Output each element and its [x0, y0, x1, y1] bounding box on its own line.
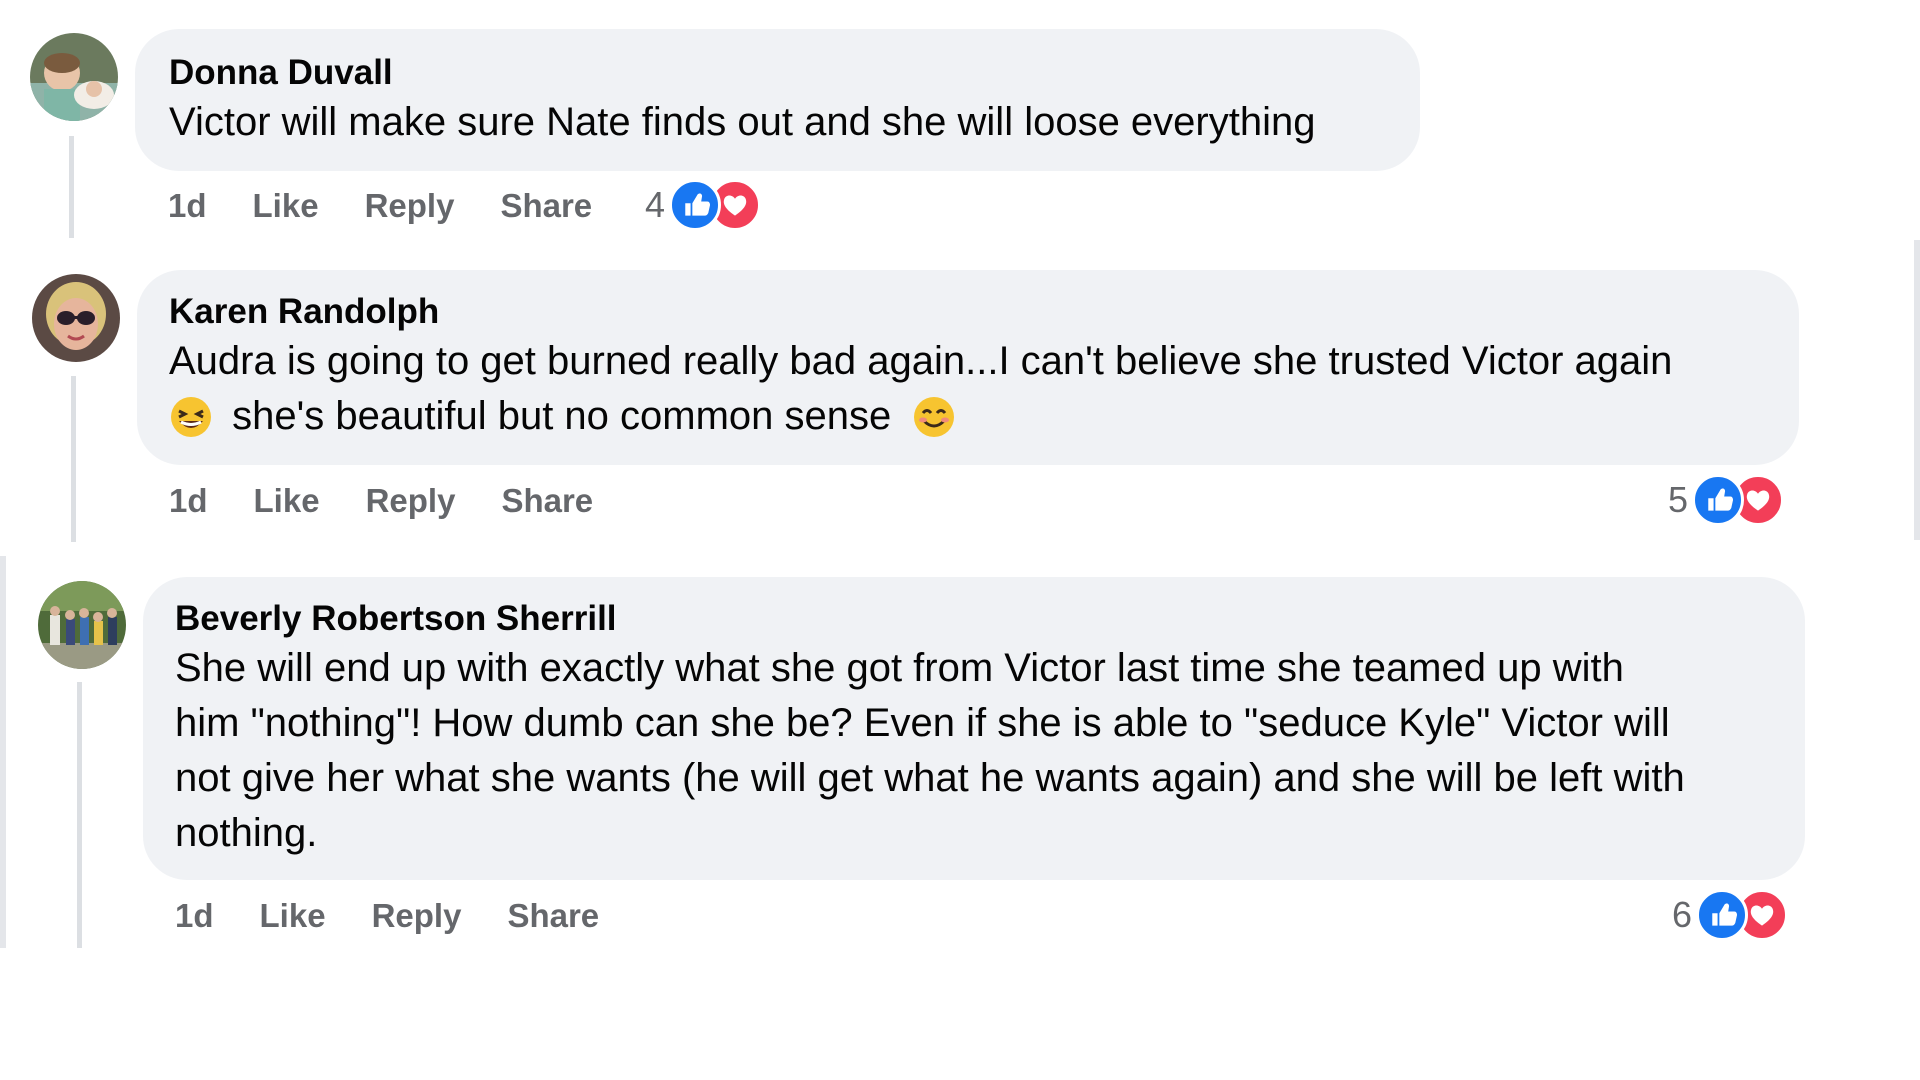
comment-author[interactable]: Donna Duvall	[169, 53, 1386, 93]
comment-text-line: Audra is going to get burned really bad …	[169, 339, 1673, 383]
comment-text-line: She will end up with exactly what she go…	[175, 646, 1624, 690]
comment-text: Victor will make sure Nate finds out and…	[169, 100, 1316, 144]
reply-button[interactable]: Reply	[372, 897, 462, 935]
comment-actions: 1d Like Reply Share	[168, 181, 638, 231]
avatar[interactable]	[38, 581, 126, 669]
scroll-edge	[1914, 240, 1920, 540]
comment-actions: 1d Like Reply Share	[169, 476, 639, 526]
comment-timestamp[interactable]: 1d	[168, 187, 207, 225]
comment-actions: 1d Like Reply Share	[175, 891, 645, 941]
comment-text: Audra is going to get burned really bad …	[169, 334, 1767, 444]
page-edge-divider	[0, 556, 6, 948]
comment-text-segment: she's beautiful but no common sense	[232, 394, 892, 438]
thread-line	[71, 376, 76, 542]
thread-line	[77, 682, 82, 948]
laughing-emoji-icon	[169, 395, 213, 439]
reaction-count: 4	[645, 184, 666, 225]
comment-text-line: not give her what she wants (he will get…	[175, 756, 1685, 800]
reply-button[interactable]: Reply	[365, 187, 455, 225]
like-icon	[1696, 889, 1749, 941]
reply-button[interactable]: Reply	[366, 482, 456, 520]
avatar[interactable]	[30, 33, 118, 121]
thread-line	[69, 136, 74, 238]
comment-timestamp[interactable]: 1d	[169, 482, 208, 520]
avatar[interactable]	[32, 274, 120, 362]
smiling-emoji-icon	[912, 395, 956, 439]
comment-text-line: him "nothing"! How dumb can she be? Even…	[175, 701, 1670, 745]
comment-author[interactable]: Karen Randolph	[169, 292, 1767, 332]
like-icon	[669, 179, 722, 231]
share-button[interactable]: Share	[501, 482, 593, 520]
comment-text-line: nothing.	[175, 811, 318, 855]
comment-bubble: Donna Duvall Victor will make sure Nate …	[135, 29, 1420, 171]
like-icon	[1692, 474, 1745, 526]
comment-text-line: she's beautiful but no common sense	[169, 389, 1767, 444]
reaction-count: 5	[1668, 479, 1689, 520]
comment-timestamp[interactable]: 1d	[175, 897, 214, 935]
reaction-summary[interactable]: 6	[1672, 888, 1792, 942]
like-button[interactable]: Like	[253, 187, 319, 225]
reaction-count: 6	[1672, 894, 1693, 935]
like-button[interactable]: Like	[254, 482, 320, 520]
comment-bubble: Karen Randolph Audra is going to get bur…	[137, 270, 1799, 465]
reaction-summary[interactable]: 5	[1668, 473, 1788, 527]
comment-bubble: Beverly Robertson Sherrill She will end …	[143, 577, 1805, 880]
share-button[interactable]: Share	[500, 187, 592, 225]
comment-author[interactable]: Beverly Robertson Sherrill	[175, 599, 1773, 639]
like-button[interactable]: Like	[260, 897, 326, 935]
comment-text: She will end up with exactly what she go…	[175, 641, 1773, 861]
share-button[interactable]: Share	[507, 897, 599, 935]
reaction-summary[interactable]: 4	[645, 178, 765, 232]
